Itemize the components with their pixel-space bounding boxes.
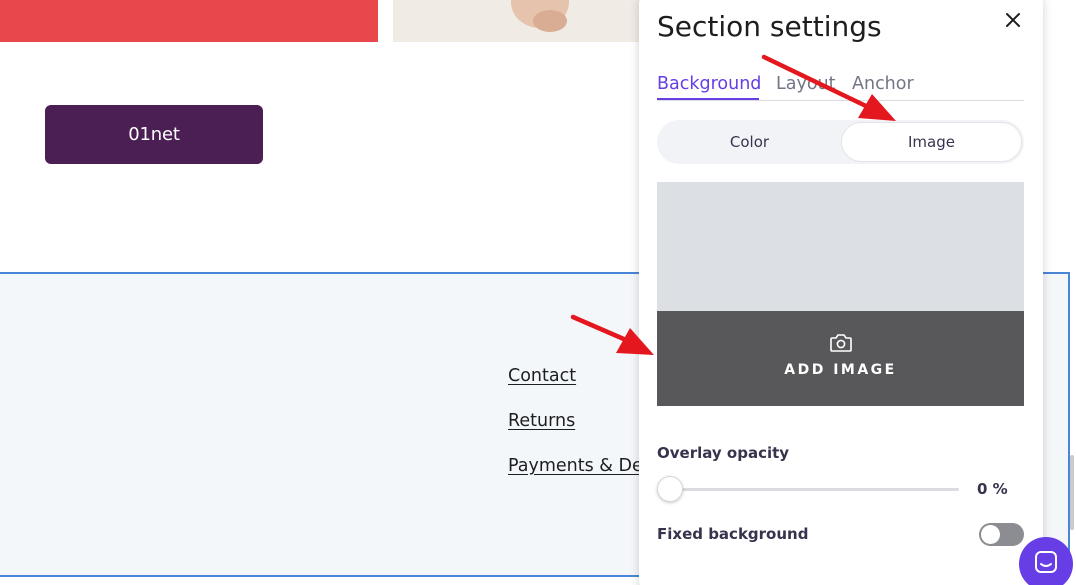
footer-link-contact[interactable]: Contact: [508, 366, 576, 386]
tabs-divider: [657, 100, 1024, 101]
overlay-opacity-value: 0 %: [977, 480, 1008, 498]
active-tab-indicator: [657, 98, 759, 100]
fixed-background-toggle[interactable]: [979, 523, 1024, 546]
background-type-image[interactable]: Image: [841, 122, 1022, 162]
add-image-dropzone[interactable]: ADD IMAGE: [657, 182, 1024, 406]
image-preview: [657, 182, 1024, 311]
section-settings-panel: Section settings Background Layout Ancho…: [639, 0, 1043, 585]
page-scrollbar[interactable]: [1070, 455, 1074, 530]
overlay-opacity-slider[interactable]: [657, 476, 683, 502]
camera-icon: [830, 334, 852, 352]
chat-icon: [1035, 551, 1057, 573]
footer-link-payments[interactable]: Payments & De: [508, 456, 643, 476]
brand-button[interactable]: 01net: [45, 105, 263, 164]
tab-layout[interactable]: Layout: [776, 74, 836, 94]
editor-canvas: 01net Contact Returns Payments & De Sect…: [0, 0, 1076, 585]
tab-background[interactable]: Background: [657, 74, 761, 94]
fixed-background-label: Fixed background: [657, 525, 809, 543]
close-icon: [1006, 13, 1020, 27]
toggle-knob: [981, 525, 1000, 544]
chat-button[interactable]: [1019, 537, 1073, 585]
background-type-switch: Color Image: [657, 120, 1024, 164]
background-type-color[interactable]: Color: [659, 122, 840, 162]
overlay-opacity-track[interactable]: [671, 488, 959, 491]
add-image-label: ADD IMAGE: [784, 362, 897, 378]
product-image-red: [0, 0, 378, 42]
footer-link-returns[interactable]: Returns: [508, 411, 575, 431]
product-image-cream: [393, 0, 653, 42]
panel-title: Section settings: [657, 10, 882, 43]
add-image-button[interactable]: [657, 311, 1024, 406]
close-button[interactable]: [1001, 8, 1025, 32]
overlay-opacity-label: Overlay opacity: [657, 444, 790, 462]
tab-anchor[interactable]: Anchor: [852, 74, 914, 94]
